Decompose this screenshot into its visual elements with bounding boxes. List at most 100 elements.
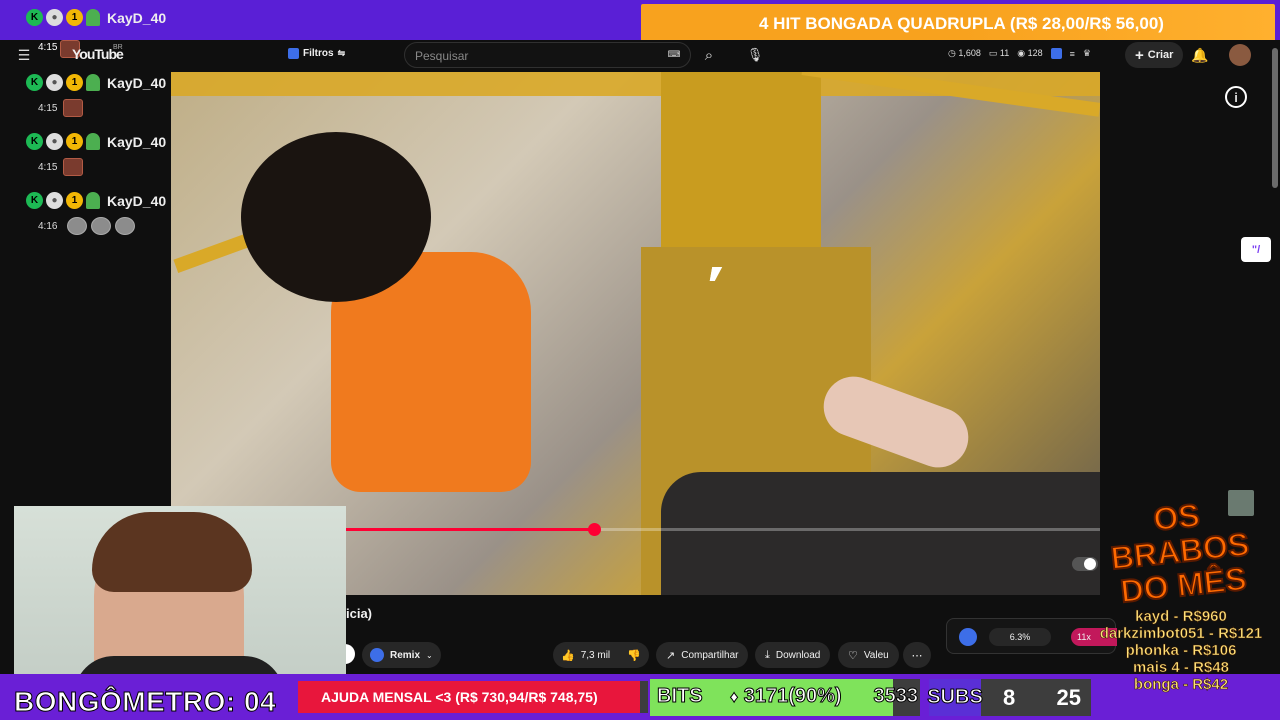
chat-message-body: 4:15 bbox=[38, 158, 176, 176]
mod-badge-icon: K bbox=[26, 133, 43, 150]
emote-icon bbox=[67, 217, 88, 235]
trophy-icon[interactable]: ♛ bbox=[1083, 48, 1091, 59]
dislike-icon[interactable]: 👎 bbox=[627, 649, 641, 662]
brabo-entry: phonka - R$106 bbox=[1125, 642, 1237, 660]
stream-stats: ◷ 1,608 ▭ 11 ◉ 128 ≡ ♛ bbox=[948, 48, 1091, 59]
valeu-label: Valeu bbox=[863, 649, 889, 661]
brabo-entry: kayd - R$960 bbox=[1135, 608, 1227, 626]
brabos-logo: OS BRABOS DO MÊS bbox=[1108, 496, 1252, 610]
gold-badge-icon: 1 bbox=[66, 9, 83, 26]
chat-time: 4:16 bbox=[38, 220, 58, 232]
valeu-button[interactable]: ♡ Valeu bbox=[838, 642, 899, 668]
chat-list: K ● 1 KayD_40 4:15 K ● 1 KayD_40 4:15 K … bbox=[26, 74, 176, 235]
mod-badge-icon: K bbox=[26, 9, 43, 26]
ghost-badge-icon bbox=[86, 192, 100, 209]
brabo-entry: darkzimbot051 - R$121 bbox=[1099, 625, 1263, 643]
extension-widget-icon[interactable]: "/ bbox=[1241, 237, 1271, 262]
region-code: BR bbox=[113, 44, 123, 51]
search-icon[interactable]: ⌕ bbox=[698, 44, 720, 66]
brabo-entry: bonga - R$42 bbox=[1133, 676, 1229, 694]
donation-alert-text: 4 HIT BONGADA QUADRUPLA (R$ 28,00/R$ 56,… bbox=[759, 14, 1164, 33]
create-label: Criar bbox=[1147, 49, 1174, 61]
monthly-goal-bar: AJUDA MENSAL <3 (R$ 730,94/R$ 748,75) bbox=[298, 681, 648, 713]
bits-value: ♦ 3171(90%) bbox=[729, 685, 842, 708]
download-icon: ⤓ bbox=[765, 648, 770, 661]
subs-current: 8 bbox=[1003, 685, 1016, 710]
mod-badge-icon: K bbox=[26, 192, 43, 209]
gold-badge-icon: 1 bbox=[66, 133, 83, 150]
video-progress-bar[interactable] bbox=[345, 523, 1100, 536]
emote-icon bbox=[63, 99, 84, 117]
gold-badge-icon: 1 bbox=[66, 192, 83, 209]
monthly-goal-text: AJUDA MENSAL <3 (R$ 730,94/R$ 748,75) bbox=[321, 689, 598, 705]
avatar-badge-icon: ● bbox=[46, 133, 63, 150]
webcam-feed bbox=[14, 506, 346, 698]
extension-icon-2[interactable] bbox=[1050, 48, 1062, 59]
mod-badge-icon: K bbox=[26, 74, 43, 91]
subs-goal-bar: SUBS 8 25 bbox=[927, 679, 1091, 716]
gold-badge-icon: 1 bbox=[66, 74, 83, 91]
chat-time: 4:15 bbox=[38, 161, 58, 173]
views-count: ◷ 1,608 bbox=[948, 48, 981, 58]
like-dislike-group: 👍 7,3 mil 👎 bbox=[553, 642, 649, 668]
share-label: Compartilhar bbox=[681, 649, 739, 661]
chat-message: K ● 1 KayD_40 bbox=[26, 192, 176, 209]
video-title: icia) bbox=[346, 606, 373, 621]
download-button[interactable]: ⤓ Download bbox=[755, 642, 831, 668]
percent-badge: 6.3% bbox=[989, 628, 1051, 646]
like-count[interactable]: 7,3 mil bbox=[581, 650, 610, 661]
scrollbar-thumb[interactable] bbox=[1272, 48, 1278, 188]
list-icon[interactable]: ≡ bbox=[1070, 49, 1075, 59]
emote-icon bbox=[63, 158, 84, 176]
emote-icon bbox=[91, 217, 112, 235]
bits-goal: 3533 bbox=[873, 685, 918, 708]
chat-time: 4:15 bbox=[38, 42, 58, 53]
more-actions-icon[interactable]: ⋯ bbox=[903, 642, 931, 668]
create-button[interactable]: + Criar bbox=[1125, 42, 1184, 68]
brabos-list: kayd - R$960 darkzimbot051 - R$121 phonk… bbox=[1086, 608, 1276, 694]
chat-message-body: 4:15 bbox=[38, 99, 176, 117]
chat-username: KayD_40 bbox=[107, 74, 167, 91]
share-button[interactable]: ↗ Compartilhar bbox=[656, 642, 749, 668]
extension-logo-icon bbox=[959, 628, 977, 646]
menu-icon[interactable]: ☰ bbox=[14, 46, 34, 64]
chat-username: KayD_40 bbox=[107, 9, 167, 26]
chat-header-message: K ● 1 KayD_40 bbox=[26, 9, 166, 26]
ghost-badge-icon bbox=[86, 74, 100, 91]
brabo-entry: mais 4 - R$48 bbox=[1133, 659, 1229, 677]
ghost-badge-icon bbox=[86, 133, 100, 150]
filters-button[interactable]: Filtros ⇋ bbox=[288, 48, 345, 59]
subs-goal: 25 bbox=[1056, 685, 1081, 710]
remix-button[interactable]: Remix ⌄ bbox=[362, 642, 441, 668]
avatar[interactable] bbox=[1229, 44, 1251, 66]
microphone-icon[interactable]: 🎙 bbox=[744, 44, 766, 66]
comments-count: ▭ 11 bbox=[988, 48, 1010, 58]
chat-time: 4:15 bbox=[38, 102, 58, 114]
extension-icon bbox=[288, 48, 299, 59]
search-input[interactable]: Pesquisar bbox=[404, 42, 691, 68]
subs-label: SUBS bbox=[927, 679, 983, 716]
like-icon[interactable]: 👍 bbox=[561, 649, 575, 662]
sliders-icon: ⇋ bbox=[337, 48, 346, 58]
chat-message: K ● 1 KayD_40 bbox=[26, 74, 176, 91]
watching-count: ◉ 128 bbox=[1017, 48, 1043, 58]
remix-label: Remix bbox=[390, 649, 421, 661]
keyboard-icon[interactable]: ⌨ bbox=[667, 48, 681, 60]
info-icon[interactable]: i bbox=[1225, 86, 1247, 108]
chat-message-body: 4:16 bbox=[38, 217, 176, 235]
remix-icon bbox=[370, 648, 384, 662]
chat-message: K ● 1 KayD_40 bbox=[26, 133, 176, 150]
chat-username: KayD_40 bbox=[107, 192, 167, 209]
ghost-badge-icon bbox=[86, 9, 100, 26]
avatar-badge-icon: ● bbox=[46, 9, 63, 26]
share-icon: ↗ bbox=[666, 649, 676, 662]
avatar-badge-icon: ● bbox=[46, 192, 63, 209]
chevron-down-icon: ⌄ bbox=[426, 650, 433, 660]
bits-goal-bar: BITS ♦ 3171(90%) 3533 bbox=[650, 679, 920, 716]
download-label: Download bbox=[775, 649, 821, 661]
notifications-icon[interactable]: 🔔 bbox=[1190, 45, 1210, 65]
bongometro-counter: BONGÔMETRO: 04 bbox=[13, 686, 277, 718]
emote-icon bbox=[115, 217, 136, 235]
bits-label: BITS bbox=[657, 685, 704, 708]
plus-icon: + bbox=[1135, 46, 1144, 64]
